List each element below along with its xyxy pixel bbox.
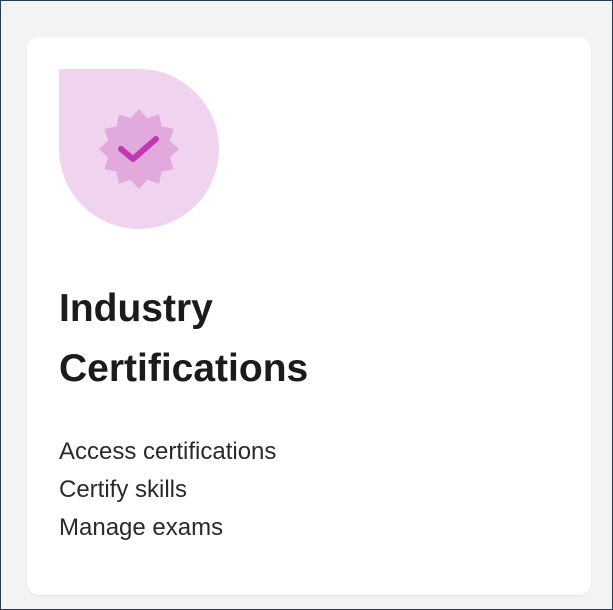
certified-badge-icon <box>59 69 219 229</box>
certified-badge-icon-svg <box>59 69 219 229</box>
card-title-line-1: Industry <box>59 287 213 330</box>
card-title-line-2: Certifications <box>59 347 309 390</box>
card-title: Industry Certifications <box>59 279 559 399</box>
link-certify-skills[interactable]: Certify skills <box>59 471 276 509</box>
card-links-list: Access certifications Certify skills Man… <box>59 433 276 547</box>
window-frame: Industry Certifications Access certifica… <box>0 0 613 610</box>
link-manage-exams[interactable]: Manage exams <box>59 509 276 547</box>
link-access-certifications[interactable]: Access certifications <box>59 433 276 471</box>
